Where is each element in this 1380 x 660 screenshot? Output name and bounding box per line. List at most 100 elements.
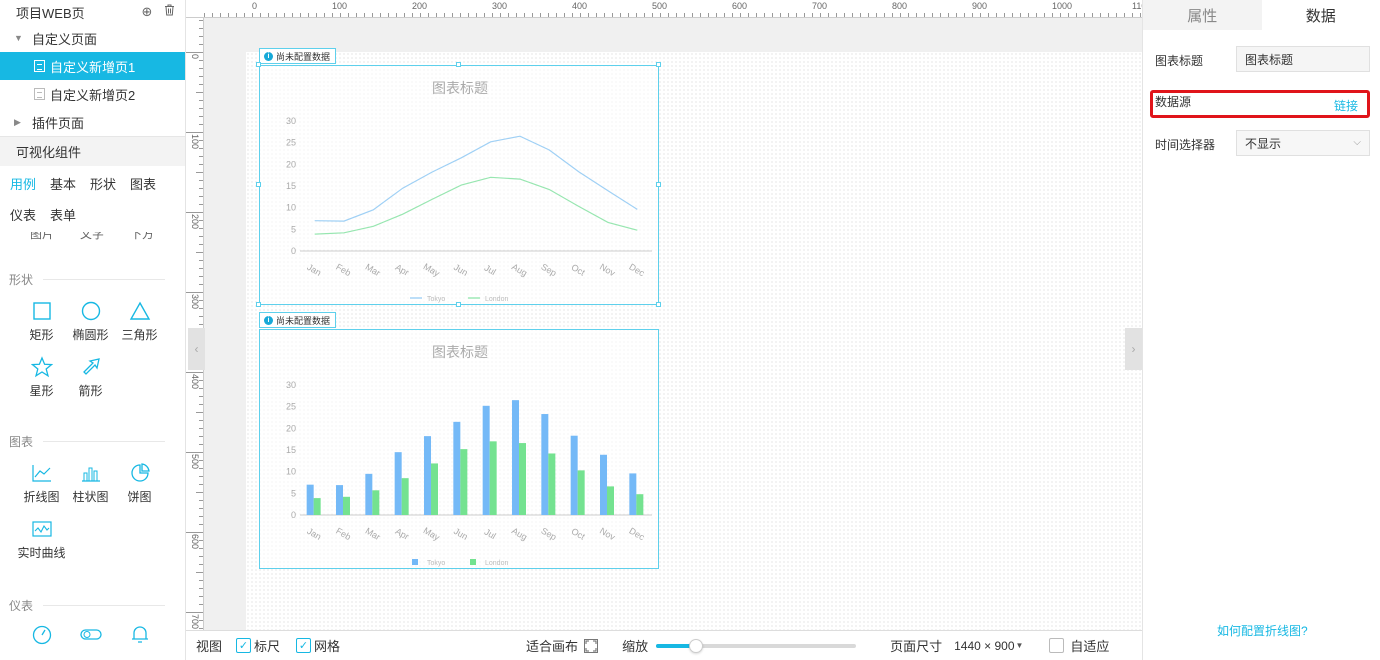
caret-down-icon[interactable]: ▼ [14, 33, 26, 43]
adaptive-checkbox[interactable] [1049, 638, 1065, 653]
ruler-label: 标尺 [254, 639, 281, 654]
series-line [314, 135, 638, 222]
x-tick-label: Aug [510, 526, 529, 543]
chart-title-input[interactable]: 图表标题 [1236, 46, 1370, 72]
component-switch[interactable] [66, 617, 115, 660]
clipped-label: 文字 [80, 232, 105, 241]
tab-data[interactable]: 数据 [1261, 0, 1380, 30]
bar [570, 435, 578, 515]
bar [636, 494, 644, 515]
ruler-tick [732, 13, 733, 17]
zoom-slider[interactable] [656, 638, 857, 653]
component-bell[interactable] [115, 617, 164, 660]
component-bar-chart[interactable]: 柱状图 [66, 456, 115, 512]
resize-handle[interactable] [656, 182, 661, 187]
tab-shapes[interactable]: 形状 [90, 176, 116, 207]
ruler-tick [1052, 13, 1053, 17]
resize-handle[interactable] [456, 62, 461, 67]
collapse-right-toggle[interactable]: › [1125, 328, 1142, 370]
ruler-tick [996, 13, 997, 17]
caret-down-icon[interactable]: ▼ [1016, 641, 1024, 650]
ruler-tick [884, 13, 885, 17]
page-size-value[interactable]: 1440 × 900 [954, 639, 1014, 653]
ruler-tick [484, 13, 485, 17]
bar-chart-widget[interactable]: 图表标题 0 5 10 15 20 25 30 Jan Feb Mar Apr May Jun Jul Aug… [259, 329, 659, 569]
group-title-shapes: 形状 [0, 269, 185, 289]
clipped-label: 图片 [30, 232, 55, 241]
ruler-tick [860, 13, 861, 17]
fit-canvas-label[interactable]: 适合画布 [526, 636, 578, 655]
help-link[interactable]: 如何配置折线图? [1217, 622, 1308, 639]
ruler-tick [868, 13, 869, 17]
tab-basic[interactable]: 基本 [50, 176, 76, 207]
y-tick-label: 0 [291, 246, 296, 256]
shapes-grid: 矩形 椭圆形 三角形 星形 箭形 [0, 294, 185, 406]
grid-checkbox[interactable]: ✓ [296, 638, 312, 653]
ruler-tick [1004, 13, 1005, 17]
zoom-slider-knob[interactable] [689, 638, 704, 653]
ruler-tick [372, 13, 373, 17]
ruler-tick [420, 13, 421, 17]
ruler-tick [1076, 13, 1077, 17]
collapse-left-toggle[interactable]: ‹ [188, 328, 205, 370]
tree-item-custom-pages[interactable]: ▼ 自定义页面 [0, 24, 185, 52]
delete-icon[interactable] [161, 4, 177, 20]
bar [600, 454, 607, 515]
x-tick-label: Jul [483, 263, 498, 277]
ruler-tick-label: 600 [190, 534, 200, 550]
add-page-icon[interactable]: ⊕ [139, 4, 155, 20]
page-icon [34, 60, 45, 72]
ruler-tick [652, 13, 653, 17]
component-gauge[interactable] [17, 617, 66, 660]
ruler-tick [199, 444, 203, 445]
x-tick-label: May [422, 525, 442, 542]
fit-canvas-icon[interactable] [584, 638, 599, 653]
ruler-tick [196, 572, 203, 573]
resize-handle[interactable] [656, 302, 661, 307]
component-arrow[interactable]: 箭形 [66, 350, 115, 406]
component-line-chart[interactable]: 折线图 [17, 456, 66, 512]
component-ellipse[interactable]: 椭圆形 [66, 294, 115, 350]
bar [453, 421, 461, 515]
ruler-tick [1068, 13, 1069, 17]
datasource-link[interactable]: 链接 [1334, 97, 1358, 114]
y-tick-label: 25 [286, 402, 296, 412]
resize-handle[interactable] [256, 182, 261, 187]
resize-handle[interactable] [456, 302, 461, 307]
project-title: 项目WEB页 [16, 5, 85, 21]
ruler-tick [199, 404, 203, 405]
resize-handle[interactable] [256, 62, 261, 67]
time-selector-row: 时间选择器 [1155, 136, 1215, 153]
resize-handle[interactable] [256, 302, 261, 307]
ruler-tick [428, 13, 429, 17]
tree-item-custom-page-1[interactable]: 自定义新增页1 [0, 52, 185, 80]
component-star[interactable]: 星形 [17, 350, 66, 406]
component-triangle[interactable]: 三角形 [115, 294, 164, 350]
line-chart-widget[interactable]: 图表标题 0 5 10 15 20 25 30 Jan Feb Mar Apr May Jun Jul Aug… [259, 65, 659, 305]
ruler-tick-label: 600 [732, 1, 748, 11]
y-tick-label: 0 [291, 510, 296, 520]
bar [629, 473, 637, 515]
legend-swatch [470, 559, 476, 565]
tree-item-custom-page-2[interactable]: 自定义新增页2 [0, 80, 185, 108]
ruler-tick [548, 13, 549, 17]
component-pie-chart[interactable]: 饼图 [115, 456, 164, 512]
tree-item-plugin-pages[interactable]: ▶ 插件页面 [0, 108, 185, 136]
caret-right-icon[interactable]: ▶ [14, 117, 26, 128]
time-selector-select[interactable]: 不显示 ⌵ [1236, 130, 1370, 156]
component-realtime-curve[interactable]: 实时曲线 [17, 512, 66, 568]
tab-charts[interactable]: 图表 [130, 176, 156, 207]
ruler-checkbox[interactable]: ✓ [236, 638, 252, 653]
ruler-tick [828, 13, 829, 17]
resize-handle[interactable] [656, 62, 661, 67]
tab-properties[interactable]: 属性 [1143, 0, 1262, 30]
ruler-tick [388, 13, 389, 17]
ruler-tick [199, 308, 203, 309]
component-rectangle[interactable]: 矩形 [17, 294, 66, 350]
ruler-tick [524, 13, 525, 17]
x-tick-label: Sep [539, 262, 558, 279]
ruler-tick [956, 13, 957, 17]
ruler-tick [628, 13, 629, 17]
tab-examples[interactable]: 用例 [10, 176, 36, 207]
ruler-tick [596, 13, 597, 17]
